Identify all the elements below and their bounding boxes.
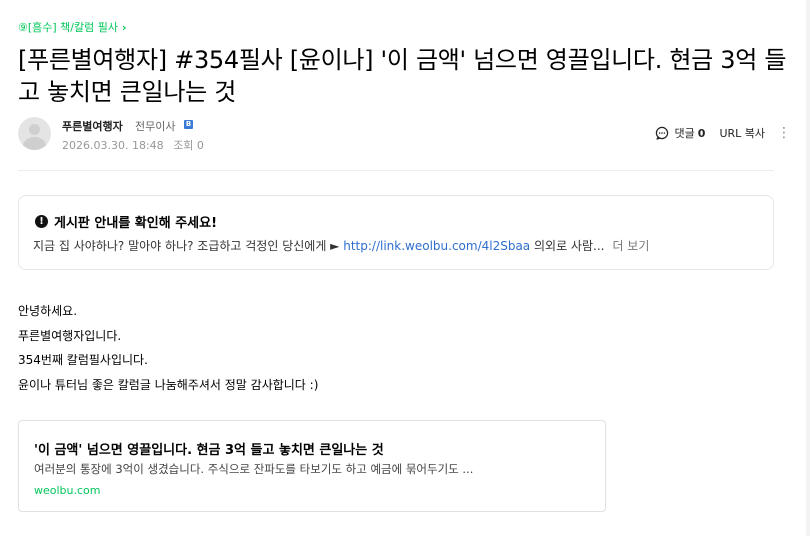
content-line: 푸른별여행자입니다. [18, 328, 122, 343]
content-line: 354번째 칼럼필사입니다. [18, 353, 148, 367]
author-rank: 전무이사 [135, 120, 176, 133]
link-preview-title: '이 금액' 넘으면 영끌입니다. 현금 3억 들고 놓치면 큰일나는 것 [34, 443, 384, 458]
board-label: ⑨[흠수] 책/칼럼 필사 [18, 21, 118, 34]
chevron-right-icon: › [121, 20, 127, 34]
divider [18, 170, 774, 171]
notice-link[interactable]: http://link.weolbu.com/4l2Sbaa [343, 239, 530, 253]
view-count: 조회 0 [173, 139, 204, 152]
board-notice-box: ! 게시판 안내를 확인해 주세요! 지금 집 사야하나? 말아야 하나? 조급… [18, 195, 774, 270]
rank-badge-icon: B [184, 120, 193, 129]
author-row: 푸른별여행자 전무이사 B 2026.03.30. 18:48 조회 0 댓글 … [18, 115, 791, 155]
notice-title-text: 게시판 안내를 확인해 주세요! [54, 216, 218, 231]
notice-more-button[interactable]: 더 보기 [612, 239, 649, 253]
notice-body-suffix: 의외로 사람... [530, 239, 605, 253]
comment-icon[interactable] [655, 126, 669, 140]
notice-body: 지금 집 사야하나? 말아야 하나? 조급하고 걱정인 당신에게 ► http:… [33, 237, 649, 254]
author-name[interactable]: 푸른별여행자 [62, 118, 123, 134]
comment-count[interactable]: 0 [698, 127, 706, 140]
avatar[interactable] [18, 117, 51, 150]
link-preview-card[interactable]: '이 금액' 넘으면 영끌입니다. 현금 3억 들고 놓치면 큰일나는 것 여러… [18, 420, 606, 512]
notice-body-prefix: 지금 집 사야하나? 말아야 하나? 조급하고 걱정인 당신에게 ► [33, 239, 344, 253]
post-title: [푸른별여행자] #354필사 [윤이나] '이 금액' 넘으면 영끌입니다. … [18, 46, 787, 106]
link-preview-description: 여러분의 통장에 3억이 생겼습니다. 주식으로 잔파도를 타보기도 하고 예금… [34, 462, 474, 476]
info-icon: ! [35, 215, 48, 228]
post-date: 2026.03.30. 18:48 [62, 139, 164, 152]
more-options-icon[interactable]: ⋮ [777, 126, 791, 140]
notice-title: ! 게시판 안내를 확인해 주세요! [35, 212, 217, 231]
post-actions: 댓글 0 URL 복사 ⋮ [655, 125, 791, 141]
content-line: 윤이나 튜터님 좋은 칼럼글 나눔해주셔서 정말 감사합니다 :) [18, 377, 319, 392]
post-content: 안녕하세요. 푸른별여행자입니다. 354번째 칼럼필사입니다. 윤이나 튜터님… [18, 299, 318, 397]
scrollbar-track[interactable] [806, 0, 810, 536]
comment-label[interactable]: 댓글 [675, 125, 695, 141]
board-breadcrumb-link[interactable]: ⑨[흠수] 책/칼럼 필사 › [18, 19, 127, 35]
link-preview-domain: weolbu.com [34, 484, 101, 497]
post-meta: 2026.03.30. 18:48 조회 0 [62, 137, 210, 153]
url-copy-button[interactable]: URL 복사 [719, 125, 765, 141]
content-line: 안녕하세요. [18, 304, 78, 318]
